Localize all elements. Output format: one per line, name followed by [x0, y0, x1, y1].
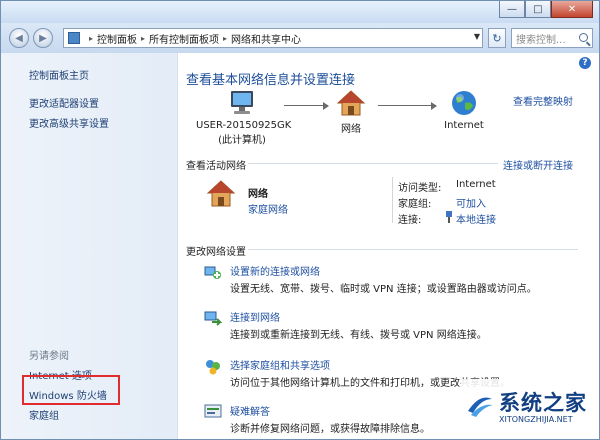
homegroup-icon: [206, 360, 220, 375]
breadcrumb-separator-icon: ▸: [89, 33, 94, 43]
connect-disconnect-link[interactable]: 连接或断开连接: [503, 157, 573, 172]
local-connection-link[interactable]: 本地连接: [456, 211, 496, 226]
address-bar[interactable]: ▸ 控制面板 ▸ 所有控制面板项 ▸ 网络和共享中心 ▼: [63, 28, 483, 48]
watermark-logo: [468, 397, 493, 417]
connection-label: 连接:: [398, 215, 422, 226]
map-link-arrow: [284, 102, 329, 110]
watermark: 系统之家 XITONGZHIJIA.NET: [461, 379, 599, 437]
close-button[interactable]: ✕: [551, 1, 593, 18]
network-setup-icon: [204, 266, 221, 279]
search-placeholder: 搜索控制...: [516, 34, 566, 46]
sidebar-link-home[interactable]: 控制面板主页: [29, 67, 89, 82]
sidebar-link-adapter[interactable]: 更改适配器设置: [29, 95, 99, 110]
access-type-value: Internet: [456, 179, 496, 190]
map-node-internet-label: Internet: [444, 120, 484, 131]
chevron-down-icon[interactable]: ▼: [474, 32, 480, 41]
task-connect-network-link[interactable]: 连接到网络: [230, 309, 280, 324]
task-troubleshoot-link[interactable]: 疑难解答: [230, 403, 270, 418]
map-node-computer-sublabel: (此计算机): [218, 135, 266, 146]
task-homegroup-link[interactable]: 选择家庭组和共享选项: [230, 357, 330, 372]
homegroup-join-link[interactable]: 可加入: [456, 195, 486, 210]
sidebar-link-homegroup[interactable]: 家庭组: [29, 407, 59, 422]
map-link-arrow: [378, 102, 437, 110]
globe-icon: [452, 91, 476, 115]
control-panel-icon: [68, 32, 80, 44]
help-icon[interactable]: ?: [579, 57, 591, 69]
forward-button[interactable]: ▶: [33, 28, 53, 48]
house-icon: [336, 90, 366, 116]
map-node-network[interactable]: 网络: [326, 89, 376, 135]
maximize-button[interactable]: □: [525, 1, 551, 18]
refresh-button[interactable]: ↻: [488, 28, 506, 48]
minimize-button[interactable]: —: [499, 1, 525, 18]
view-full-map-link[interactable]: 查看完整映射: [513, 93, 573, 108]
sidebar-link-advanced-sharing[interactable]: 更改高级共享设置: [29, 115, 109, 130]
access-type-label: 访问类型:: [398, 183, 442, 194]
homegroup-label: 家庭组:: [398, 199, 432, 210]
breadcrumb-separator-icon: ▸: [223, 33, 228, 43]
active-networks-heading: 查看活动网络: [186, 161, 246, 172]
computer-icon: [231, 91, 253, 114]
watermark-url: XITONGZHIJIA.NET: [499, 415, 573, 424]
map-node-computer[interactable]: USER-20150925GK (此计算机): [196, 89, 292, 146]
breadcrumb-all-items[interactable]: 所有控制面板项: [149, 31, 219, 46]
task-setup-connection-desc: 设置无线、宽带、拨号、临时或 VPN 连接；或设置路由器或访问点。: [230, 284, 537, 295]
breadcrumb-separator-icon: ▸: [141, 33, 146, 43]
back-button[interactable]: ◀: [9, 28, 29, 48]
window-controls: — □ ✕: [499, 1, 593, 18]
troubleshoot-icon: [204, 404, 222, 418]
network-sharing-center-window: — □ ✕ ◀ ▶ ▸ 控制面板 ▸ 所有控制面板项 ▸ 网络和共享中心 ▼ ↻…: [0, 0, 600, 440]
divider: [248, 249, 578, 250]
highlight-box: [22, 375, 120, 405]
divider: [248, 163, 498, 164]
breadcrumb-network-center[interactable]: 网络和共享中心: [231, 31, 301, 46]
task-connect-network-desc: 连接到或重新连接到无线、有线、拨号或 VPN 网络连接。: [230, 330, 487, 341]
active-network-name: 网络: [248, 189, 268, 200]
connect-network-icon: [204, 311, 222, 326]
divider: [392, 177, 393, 223]
map-node-network-label: 网络: [341, 124, 361, 135]
search-input[interactable]: 搜索控制...: [511, 28, 593, 48]
page-title: 查看基本网络信息并设置连接: [186, 73, 356, 88]
address-toolbar: ◀ ▶ ▸ 控制面板 ▸ 所有控制面板项 ▸ 网络和共享中心 ▼ ↻ 搜索控制.…: [1, 23, 599, 54]
title-bar[interactable]: — □ ✕: [1, 1, 599, 23]
map-node-computer-label: USER-20150925GK: [196, 120, 292, 131]
see-also-heading: 另请参阅: [29, 351, 69, 362]
task-troubleshoot-desc: 诊断并修复网络问题，或获得故障排除信息。: [230, 424, 430, 435]
house-icon: [206, 180, 236, 207]
breadcrumb-control-panel[interactable]: 控制面板: [97, 31, 137, 46]
change-settings-heading: 更改网络设置: [186, 247, 246, 258]
ethernet-icon: [446, 211, 452, 223]
map-node-internet[interactable]: Internet: [432, 89, 496, 131]
search-icon[interactable]: [579, 33, 588, 42]
watermark-text: 系统之家: [499, 391, 587, 415]
task-setup-connection-link[interactable]: 设置新的连接或网络: [230, 263, 320, 278]
network-type-link[interactable]: 家庭网络: [248, 201, 288, 216]
